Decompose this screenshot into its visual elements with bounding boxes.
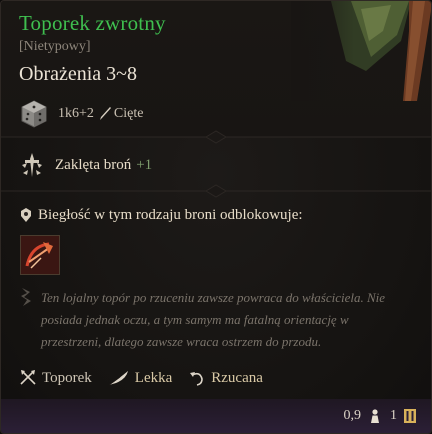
- section-divider: [1, 184, 431, 198]
- property-toporek: Toporek: [19, 369, 92, 387]
- section-divider: [1, 130, 431, 144]
- property-label: Toporek: [42, 369, 92, 386]
- item-value: 1: [390, 408, 397, 423]
- footer-values: 0,9 1: [344, 408, 418, 424]
- flavor-text: Ten lojalny topór po rzuceniu zawsze pow…: [41, 290, 386, 349]
- proficiency-row: Biegłość w tym rodzaju broni odblokowuje…: [19, 205, 303, 225]
- weapon-action-icon: [21, 236, 59, 274]
- axe-art-icon: [291, 1, 431, 101]
- crossed-axes-icon: [20, 370, 36, 385]
- enchantment-bonus: +1: [136, 156, 153, 173]
- item-weight: 0,9: [343, 408, 362, 423]
- tooltip-header: Toporek zwrotny [Nietypowy] Obrażenia 3~…: [1, 1, 431, 137]
- feather-icon: [108, 371, 128, 386]
- property-label: Lekka: [134, 369, 173, 386]
- item-name: Toporek zwrotny: [19, 11, 166, 35]
- throw-icon: [190, 372, 204, 386]
- proficiency-icon: [21, 208, 31, 222]
- item-tooltip: Toporek zwrotny [Nietypowy] Obrażenia 3~…: [0, 0, 432, 434]
- property-rzucana: Rzucana: [188, 369, 263, 387]
- proficiency-label: Biegłość w tym rodzaju broni odblokowuje…: [38, 206, 303, 223]
- slashing-icon: [99, 107, 111, 120]
- weight-icon: [371, 409, 379, 423]
- damage-row: 1k6+2 Cięte: [19, 98, 143, 130]
- item-rarity: [Nietypowy]: [19, 39, 91, 54]
- enchanted-weapon-icon: [22, 153, 42, 177]
- damage-title: Obrażenia 3~8: [19, 63, 137, 85]
- dice-icon: [21, 100, 47, 128]
- enchantment-label: Zaklęta broń: [55, 156, 132, 173]
- flavor-text-icon: [21, 288, 31, 306]
- tooltip-footer: 0,9 1: [1, 399, 431, 433]
- damage-type: Cięte: [113, 106, 144, 121]
- weapon-action-tile[interactable]: [20, 235, 60, 275]
- property-lekka: Lekka: [108, 369, 172, 387]
- property-label: Rzucana: [211, 369, 263, 386]
- damage-dice: 1k6+2: [58, 106, 94, 121]
- enchantment-row: Zaklęta broń +1: [19, 150, 152, 180]
- gold-coin-icon: [404, 409, 416, 423]
- weapon-properties: Toporek Lekka Rzucana: [19, 368, 279, 388]
